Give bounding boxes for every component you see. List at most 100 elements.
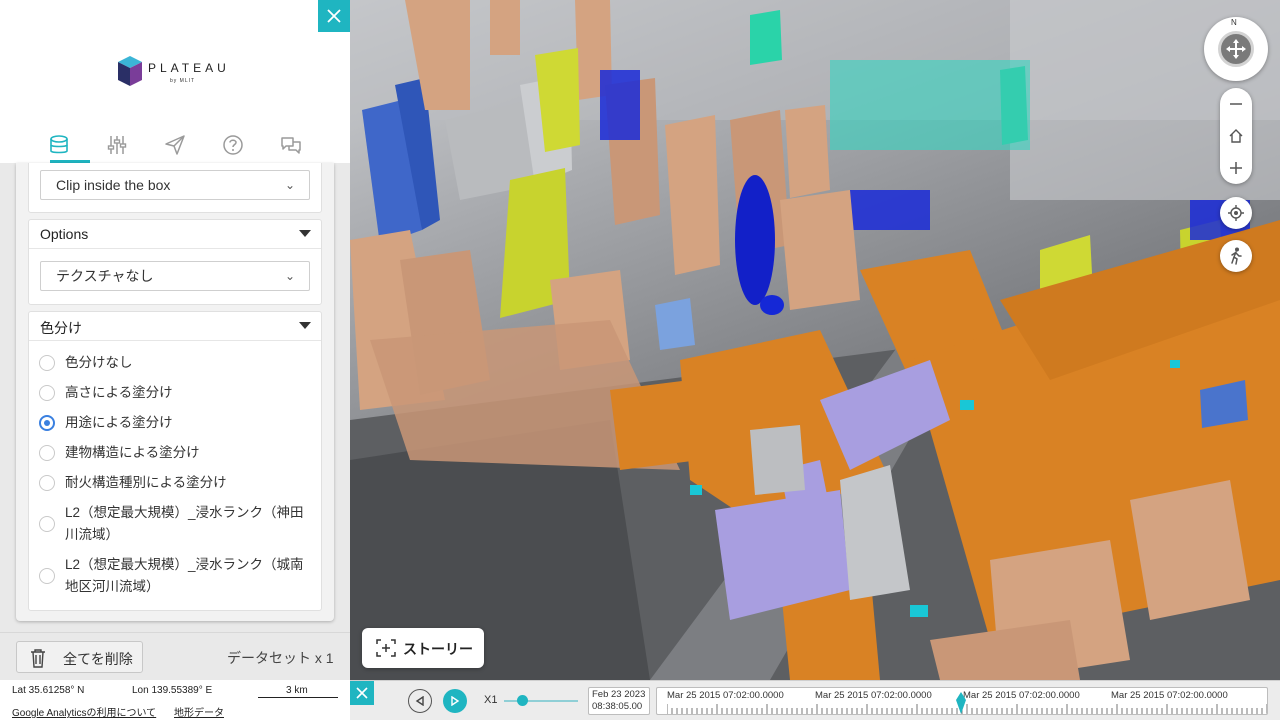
plus-icon xyxy=(1230,162,1242,174)
panel-footer: 全てを削除 データセット x 1 xyxy=(0,632,350,680)
speed-slider[interactable] xyxy=(504,700,578,702)
color-option-none[interactable]: 色分けなし xyxy=(39,352,314,374)
logo-wordmark: PLATEAU xyxy=(148,61,230,75)
play-icon xyxy=(451,696,460,706)
current-time-display: Feb 23 2023 08:38:05.00 xyxy=(588,687,650,715)
radio-button[interactable] xyxy=(39,385,55,401)
paper-plane-icon xyxy=(165,135,185,155)
clip-card: Clip inside the box ⌄ xyxy=(28,163,322,213)
longitude-readout: Lon 139.55389° E xyxy=(132,685,213,696)
story-button[interactable]: ストーリー xyxy=(362,628,484,668)
color-option-usage[interactable]: 用途による塗分け xyxy=(39,412,314,434)
dataset-count: データセット x 1 xyxy=(227,650,334,666)
timeline-track[interactable]: Mar 25 2015 07:02:00.0000 Mar 25 2015 07… xyxy=(656,687,1268,715)
collapse-triangle-icon[interactable] xyxy=(299,322,311,329)
current-date: Feb 23 2023 xyxy=(592,689,646,700)
tab-help[interactable] xyxy=(218,130,248,160)
tab-share[interactable] xyxy=(160,130,190,160)
current-time: 08:38:05.00 xyxy=(592,701,643,712)
color-option-label: 耐火構造種別による塗分け xyxy=(65,475,227,490)
zoom-out-button[interactable] xyxy=(1220,88,1252,120)
tab-settings[interactable] xyxy=(102,130,132,160)
clip-mode-select[interactable]: Clip inside the box ⌄ xyxy=(40,170,310,200)
color-option-label: 色分けなし xyxy=(65,355,133,370)
chat-bubbles-icon xyxy=(281,137,301,154)
timeline-ticks xyxy=(667,704,1267,714)
map-viewport[interactable] xyxy=(350,0,1280,680)
zoom-in-button[interactable] xyxy=(1220,152,1252,184)
color-option-label: 建物構造による塗分け xyxy=(65,445,200,460)
options-card: Options テクスチャなし ⌄ xyxy=(28,219,322,305)
latitude-readout: Lat 35.61258° N xyxy=(12,685,85,696)
city-3d-scene xyxy=(350,0,1280,680)
chevron-down-icon: ⌄ xyxy=(284,178,295,192)
tab-feedback[interactable] xyxy=(276,130,306,160)
scale-label: 3 km xyxy=(286,685,308,696)
timeline-bar: X1 Feb 23 2023 08:38:05.00 Mar 25 2015 0… xyxy=(350,680,1280,720)
walking-person-icon xyxy=(1231,247,1242,265)
play-forward-button[interactable] xyxy=(443,689,467,713)
delete-all-label: 全てを削除 xyxy=(63,651,133,667)
logo-subtitle: by MLIT xyxy=(170,78,196,84)
crosshair-location-icon xyxy=(1228,205,1244,221)
divider xyxy=(29,248,321,249)
close-icon xyxy=(327,9,341,23)
minus-icon xyxy=(1230,103,1242,105)
play-reverse-button[interactable] xyxy=(408,689,432,713)
color-option-label: 高さによる塗分け xyxy=(65,385,173,400)
pedestrian-mode-button[interactable] xyxy=(1220,240,1252,272)
tab-datasets[interactable] xyxy=(44,130,74,160)
pan-control[interactable] xyxy=(1218,31,1254,67)
dataset-settings: Clip inside the box ⌄ Options テクスチャなし ⌄ … xyxy=(16,163,334,621)
texture-select[interactable]: テクスチャなし ⌄ xyxy=(40,261,310,291)
speed-label: X1 xyxy=(484,694,498,706)
radio-button[interactable] xyxy=(39,355,55,371)
chevron-down-icon: ⌄ xyxy=(284,269,295,283)
panel-header: PLATEAU by MLIT xyxy=(0,0,350,163)
panel-tabs xyxy=(44,130,306,160)
radio-button[interactable] xyxy=(39,568,55,584)
sliders-icon xyxy=(107,136,127,154)
color-coding-card: 色分け 色分けなし 高さによる塗分け 用途による塗分け 建物構造による塗分け 耐… xyxy=(28,311,322,611)
timeline-cursor[interactable] xyxy=(955,688,967,715)
trash-icon xyxy=(31,649,45,668)
color-option-flood-kanda[interactable]: L2（想定最大規模）_浸水ランク（神田川流域） xyxy=(39,502,314,546)
radio-button[interactable] xyxy=(39,475,55,491)
play-reverse-icon xyxy=(415,696,424,706)
move-arrows-icon xyxy=(1226,39,1246,59)
color-option-fireproof[interactable]: 耐火構造種別による塗分け xyxy=(39,472,314,494)
story-label: ストーリー xyxy=(403,641,473,657)
color-option-label: L2（想定最大規模）_浸水ランク（城南地区河川流域） xyxy=(65,557,304,594)
home-button[interactable] xyxy=(1220,120,1252,152)
timeline-tick-label: Mar 25 2015 07:02:00.0000 xyxy=(963,690,1080,701)
speed-slider-thumb[interactable] xyxy=(517,695,528,706)
timeline-tick-label: Mar 25 2015 07:02:00.0000 xyxy=(667,690,784,701)
delete-all-button[interactable]: 全てを削除 xyxy=(16,641,143,673)
radio-button-selected[interactable] xyxy=(39,415,55,431)
close-icon xyxy=(356,687,368,699)
panel-close-button[interactable] xyxy=(318,0,350,32)
compass-north-label: N xyxy=(1231,18,1237,27)
texture-value: テクスチャなし xyxy=(56,268,154,284)
terrain-data-link[interactable]: 地形データ xyxy=(174,704,224,719)
database-icon xyxy=(50,135,68,154)
radio-button[interactable] xyxy=(39,445,55,461)
color-option-height[interactable]: 高さによる塗分け xyxy=(39,382,314,404)
color-coding-title: 色分け xyxy=(40,320,82,336)
color-option-label: 用途による塗分け xyxy=(65,415,173,430)
color-option-label: L2（想定最大規模）_浸水ランク（神田川流域） xyxy=(65,505,304,542)
clip-mode-value: Clip inside the box xyxy=(56,177,171,193)
scale-bar xyxy=(258,697,338,698)
divider xyxy=(29,340,321,341)
analytics-link[interactable]: Google Analyticsの利用について xyxy=(12,704,156,719)
radio-button[interactable] xyxy=(39,516,55,532)
timeline-close-button[interactable] xyxy=(350,681,374,705)
zoom-controls xyxy=(1220,88,1252,184)
timeline-tick-label: Mar 25 2015 07:02:00.0000 xyxy=(1111,690,1228,701)
color-option-structure[interactable]: 建物構造による塗分け xyxy=(39,442,314,464)
my-location-button[interactable] xyxy=(1220,197,1252,229)
options-title: Options xyxy=(40,226,89,242)
compass[interactable]: N xyxy=(1204,17,1268,81)
collapse-triangle-icon[interactable] xyxy=(299,230,311,237)
color-option-flood-jonan[interactable]: L2（想定最大規模）_浸水ランク（城南地区河川流域） xyxy=(39,554,314,598)
